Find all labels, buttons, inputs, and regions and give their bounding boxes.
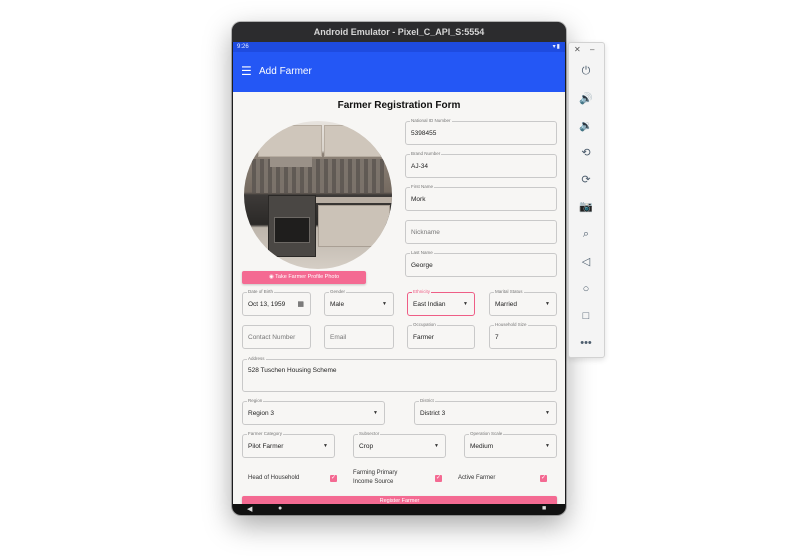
farmer-profile-photo	[244, 121, 392, 269]
minimize-icon[interactable]: –	[590, 45, 594, 54]
calendar-icon: ▦	[297, 301, 304, 308]
chevron-down-icon: ▼	[323, 443, 328, 449]
overview-icon[interactable]: □	[576, 307, 596, 325]
home-icon[interactable]: ○	[576, 280, 596, 298]
volume-up-icon[interactable]: 🔊	[576, 90, 596, 108]
subsector-select[interactable]: Subsector Crop ▼	[353, 431, 446, 458]
chevron-down-icon: ▼	[434, 443, 439, 449]
more-icon[interactable]: •••	[576, 334, 596, 352]
brand-number-field[interactable]: Brand Number AJ-34	[405, 151, 557, 178]
active-farmer-label: Active Farmer	[458, 475, 496, 481]
primary-income-checkbox[interactable]: ✓	[435, 475, 442, 482]
form-title: Farmer Registration Form	[337, 100, 461, 111]
chevron-down-icon: ▼	[373, 410, 378, 416]
app-bar-title: Add Farmer	[259, 66, 312, 77]
date-of-birth-field[interactable]: Date of Birth Oct 13, 1959 ▦	[242, 289, 311, 316]
chevron-down-icon: ▼	[545, 443, 550, 449]
occupation-field[interactable]: Occupation Farmer	[407, 322, 475, 349]
household-size-field[interactable]: Household Size 7	[489, 322, 557, 349]
district-select[interactable]: District District 3 ▼	[414, 398, 557, 425]
emulator-window: Android Emulator - Pixel_C_API_S:5554 9:…	[232, 22, 566, 515]
marital-status-select[interactable]: Marital Status Married ▼	[489, 289, 557, 316]
overview-icon[interactable]: ■	[542, 505, 546, 512]
primary-income-label: Farming Primary Income Source	[353, 470, 398, 485]
nickname-field[interactable]: Nickname	[405, 220, 557, 244]
status-time: 9:26	[237, 44, 249, 50]
region-select[interactable]: Region Region 3 ▼	[242, 398, 385, 425]
active-farmer-checkbox[interactable]: ✓	[540, 475, 547, 482]
back-icon[interactable]: ◀	[247, 505, 252, 513]
zoom-icon[interactable]: ⌕	[576, 225, 596, 243]
address-field[interactable]: Address 528 Tuschen Housing Scheme	[242, 356, 557, 392]
android-nav-bar: ◀ ● ■	[233, 504, 565, 515]
last-name-field[interactable]: Last Name George	[405, 250, 557, 277]
window-title: Android Emulator - Pixel_C_API_S:5554	[232, 22, 566, 42]
ethnicity-select[interactable]: Ethnicity East Indian ▼	[407, 289, 475, 316]
chevron-down-icon: ▼	[382, 301, 387, 307]
head-of-household-label: Head of Household	[248, 475, 300, 481]
emulator-toolbar: ✕ – ⏻ 🔊 🔉 ⟲ ⟳ 📷 ⌕ ◁ ○ □ •••	[568, 42, 605, 358]
status-bar: 9:26 ▾▮	[233, 42, 565, 52]
gender-select[interactable]: Gender Male ▼	[324, 289, 394, 316]
operation-scale-select[interactable]: Operation Scale Medium ▼	[464, 431, 557, 458]
close-icon[interactable]: ✕	[574, 45, 581, 54]
take-photo-button[interactable]: ◉ Take Farmer Profile Photo	[242, 271, 366, 284]
contact-number-field[interactable]: Contact Number	[242, 325, 311, 349]
national-id-field[interactable]: National ID Number 5398455	[405, 118, 557, 145]
email-field[interactable]: Email	[324, 325, 394, 349]
first-name-field[interactable]: First Name Mork	[405, 184, 557, 211]
farmer-category-select[interactable]: Farmer Category Pilot Farmer ▼	[242, 431, 335, 458]
form-screen: Farmer Registration Form ◉ Take Farmer P…	[233, 92, 565, 515]
camera-icon[interactable]: 📷	[576, 198, 596, 216]
volume-down-icon[interactable]: 🔉	[576, 117, 596, 135]
chevron-down-icon: ▼	[545, 410, 550, 416]
app-bar: ☰ Add Farmer	[233, 52, 565, 92]
status-icons: ▾▮	[552, 44, 561, 50]
rotate-right-icon[interactable]: ⟳	[576, 171, 596, 189]
power-icon[interactable]: ⏻	[576, 62, 596, 80]
head-of-household-checkbox[interactable]: ✓	[330, 475, 337, 482]
chevron-down-icon: ▼	[545, 301, 550, 307]
rotate-left-icon[interactable]: ⟲	[576, 144, 596, 162]
menu-icon[interactable]: ☰	[241, 64, 252, 78]
chevron-down-icon: ▼	[463, 301, 468, 307]
home-icon[interactable]: ●	[278, 505, 282, 512]
back-icon[interactable]: ◁	[576, 253, 596, 271]
